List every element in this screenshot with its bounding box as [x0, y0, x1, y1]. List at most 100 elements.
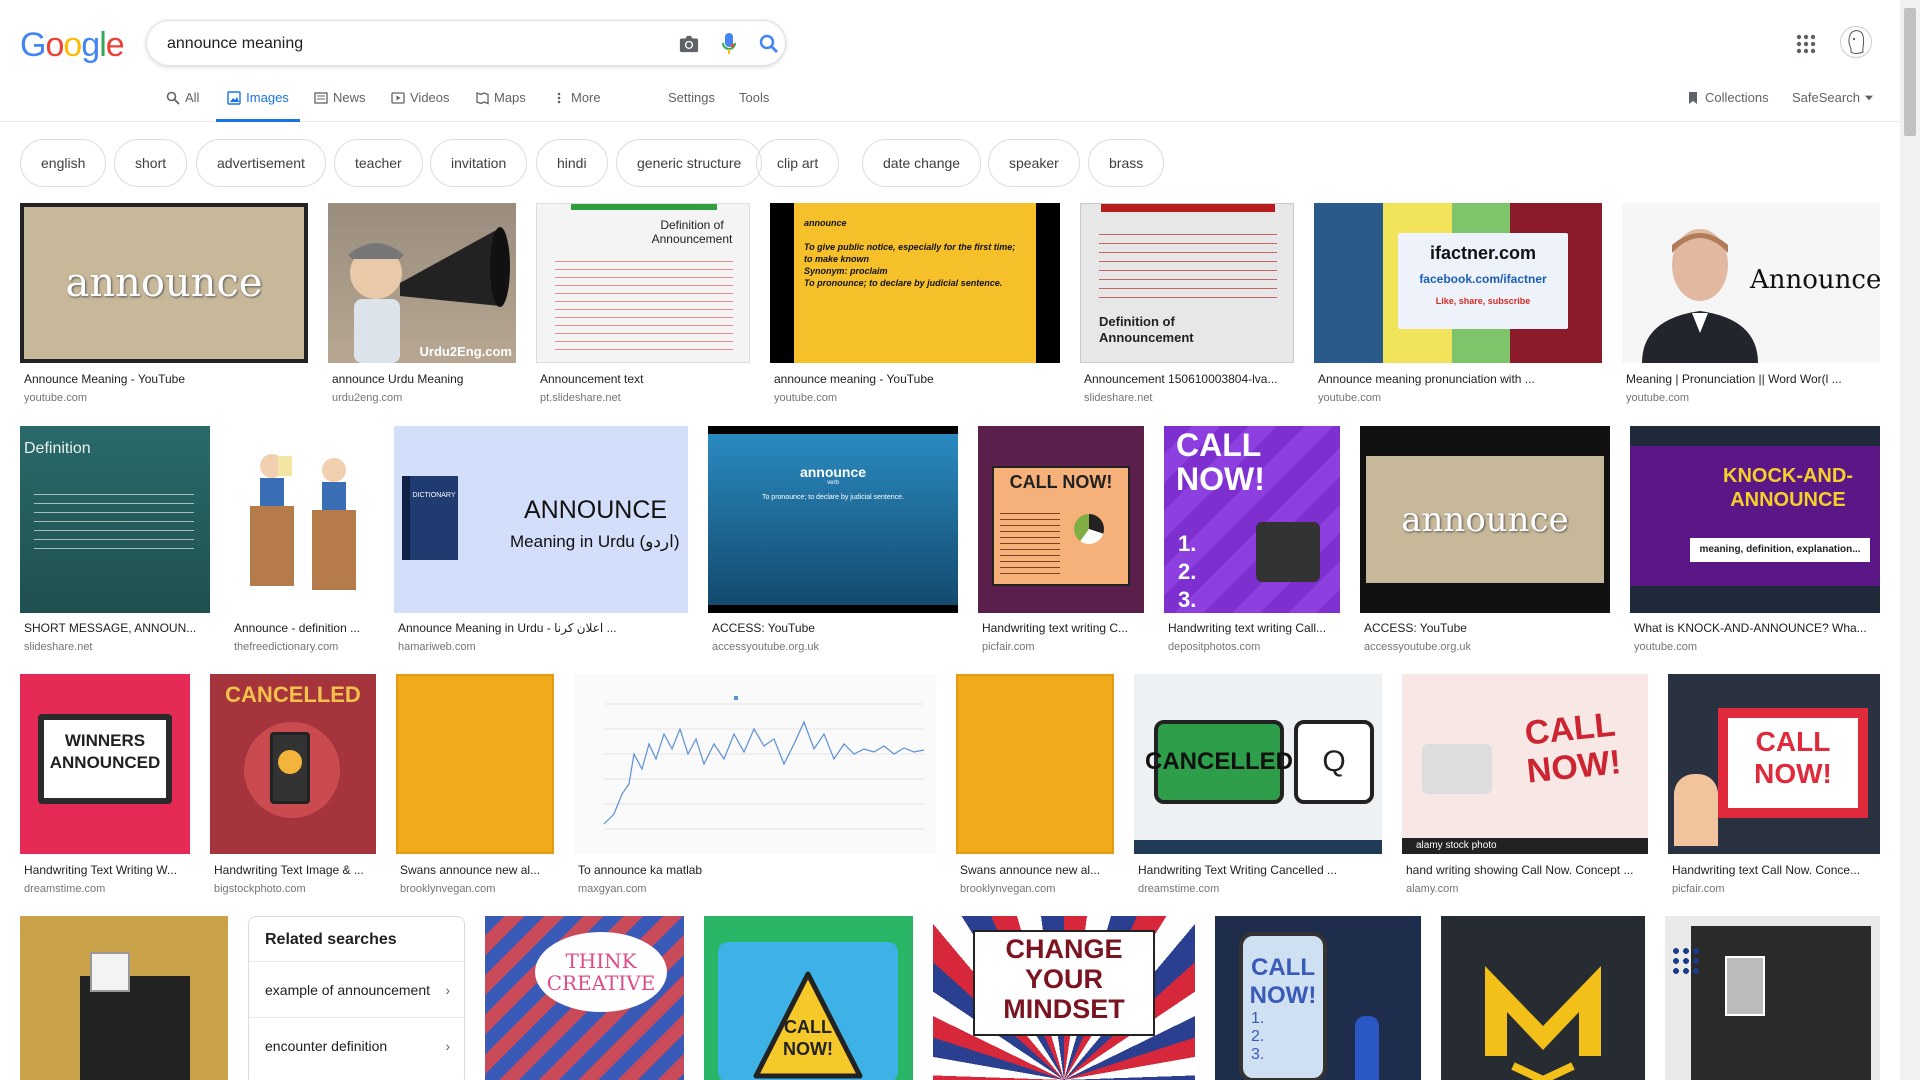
thumb-text: announce	[799, 464, 867, 480]
thumb-text: Definition of Announcement	[651, 218, 733, 246]
google-logo[interactable]: Google	[20, 26, 125, 65]
image-result[interactable]: Definition of Announcement Announcement …	[536, 203, 750, 408]
thumb-line: To give public notice, especially for th…	[804, 242, 1016, 264]
related-search-item[interactable]: encounter definition ›	[249, 1017, 464, 1073]
image-result[interactable]	[1441, 916, 1645, 1080]
result-caption: announce Urdu Meaning	[332, 372, 464, 386]
result-thumbnail: THINK CREATIVE	[485, 916, 684, 1080]
result-thumbnail: CALL NOW!	[978, 426, 1144, 613]
safesearch-dropdown[interactable]: SafeSearch	[1792, 90, 1873, 122]
chevron-right-icon: ›	[445, 1038, 450, 1054]
thumb-text: CALL NOW!	[1718, 708, 1868, 818]
result-source: slideshare.net	[1084, 392, 1153, 404]
image-result[interactable]: Swans announce new al... brooklynvegan.c…	[956, 674, 1114, 898]
chip-label: date change	[883, 155, 961, 171]
chip-label: invitation	[451, 155, 507, 171]
image-result[interactable]: Definition of Announcement Announcement …	[1080, 203, 1294, 408]
image-result[interactable]: announce ACCESS: YouTube accessyoutube.o…	[1360, 426, 1610, 658]
image-result[interactable]: announce To give public notice, especial…	[770, 203, 1060, 408]
image-result[interactable]: CHANGE YOUR MINDSET	[933, 916, 1195, 1080]
result-source: slideshare.net	[24, 641, 93, 653]
result-caption: Handwriting text writing C...	[982, 621, 1129, 635]
image-result[interactable]: Swans announce new al... brooklynvegan.c…	[396, 674, 554, 898]
logo-letter: G	[20, 26, 46, 64]
image-result[interactable]: announce Announce Meaning - YouTube yout…	[20, 203, 308, 408]
settings-link[interactable]: Settings	[668, 90, 715, 122]
image-result[interactable]: Urdu2Eng.com announce Urdu Meaning urdu2…	[328, 203, 516, 408]
image-result[interactable]	[1665, 916, 1880, 1080]
chip-brass[interactable]: brass	[1088, 139, 1165, 187]
camera-icon[interactable]	[677, 32, 701, 56]
image-result[interactable]: announce verb To pronounce; to declare b…	[708, 426, 958, 658]
result-source: youtube.com	[1634, 641, 1697, 653]
thumb-text: CALL NOW!	[1249, 954, 1317, 1009]
image-result[interactable]: CALL NOW! 1. 2. 3.	[1215, 916, 1421, 1080]
apps-grid-icon[interactable]	[1794, 32, 1818, 56]
result-thumbnail: Definition of Announcement	[536, 203, 750, 363]
image-result[interactable]: ifactner.com facebook.com/ifactner Like,…	[1314, 203, 1602, 408]
thumb-subtext: To pronounce; to declare by judicial sen…	[761, 494, 905, 501]
result-caption: Swans announce new al...	[960, 863, 1101, 877]
tab-maps[interactable]: Maps	[475, 90, 526, 122]
image-result[interactable]: CANCELLED Q Handwriting Text Writing Can…	[1134, 674, 1382, 898]
chip-invitation[interactable]: invitation	[430, 139, 528, 187]
chip-clip-art[interactable]: clip art	[756, 139, 840, 187]
vertical-scrollbar[interactable]	[1900, 0, 1920, 1080]
chip-english[interactable]: english	[20, 139, 107, 187]
chip-teacher[interactable]: teacher	[334, 139, 423, 187]
tab-more[interactable]: More	[552, 90, 601, 122]
image-result[interactable]: CALL NOW! alamy stock photo hand writing…	[1402, 674, 1648, 898]
chip-advertisement[interactable]: advertisement	[196, 139, 326, 187]
result-source: youtube.com	[1318, 392, 1381, 404]
result-caption: Announcement 150610003804-lva...	[1084, 372, 1278, 386]
related-search-item[interactable]: example of announcement ›	[249, 961, 464, 1017]
result-source: thefreedictionary.com	[234, 641, 339, 653]
tools-link[interactable]: Tools	[739, 90, 769, 122]
result-source: depositphotos.com	[1168, 641, 1261, 653]
thumb-phone: CALL NOW! 1. 2. 3.	[1239, 932, 1327, 1080]
collections-link[interactable]: Collections	[1686, 90, 1769, 122]
thumb-text: announce	[1366, 456, 1604, 583]
thumb-banner: ifactner.com facebook.com/ifactner Like,…	[1398, 233, 1568, 329]
search-icon[interactable]	[757, 32, 781, 56]
m-logo-image	[1485, 966, 1601, 1080]
chip-hindi[interactable]: hindi	[536, 139, 608, 187]
result-caption: To announce ka matlab	[578, 863, 703, 877]
image-result[interactable]: Announce - definition ... thefreediction…	[230, 426, 374, 658]
image-result[interactable]: CALL NOW! 1. 2. 3. Handwriting text writ…	[1164, 426, 1340, 658]
microphone-icon[interactable]	[717, 32, 741, 56]
image-result[interactable]: CANCELLED Handwriting Text Image & ... b…	[210, 674, 376, 898]
tab-images[interactable]: Images	[216, 90, 300, 122]
image-result[interactable]: CALL NOW! Handwriting text writing C... …	[978, 426, 1144, 658]
image-result[interactable]: To announce ka matlab maxgyan.com	[574, 674, 936, 898]
chip-short[interactable]: short	[114, 139, 188, 187]
thumb-monitor: WINNERS ANNOUNCED	[38, 714, 172, 804]
image-result[interactable]: CALL NOW!	[704, 916, 913, 1080]
image-result[interactable]: THINK CREATIVE	[485, 916, 684, 1080]
image-result[interactable]	[20, 916, 228, 1080]
result-thumbnail: announce verb To pronounce; to declare b…	[708, 426, 958, 613]
result-source: dreamstime.com	[1138, 883, 1220, 895]
tab-news[interactable]: News	[314, 90, 366, 122]
image-result[interactable]: DICTIONARY ANNOUNCE Meaning in Urdu (ارد…	[394, 426, 688, 658]
search-input[interactable]	[167, 33, 627, 55]
thumb-subtext: facebook.com/ifactner	[1419, 272, 1547, 286]
chip-date-change[interactable]: date change	[862, 139, 982, 187]
image-result[interactable]: CALL NOW! Handwriting text Call Now. Con…	[1668, 674, 1880, 898]
image-result[interactable]: WINNERS ANNOUNCED Handwriting Text Writi…	[20, 674, 190, 898]
result-source: accessyoutube.org.uk	[1364, 641, 1472, 653]
result-source: youtube.com	[1626, 392, 1689, 404]
image-result[interactable]: KNOCK-AND-ANNOUNCE meaning, definition, …	[1630, 426, 1880, 658]
logo-letter: g	[81, 26, 100, 64]
logo-letter: o	[45, 26, 64, 64]
avatar[interactable]	[1840, 26, 1872, 58]
chip-speaker[interactable]: speaker	[988, 139, 1080, 187]
chip-generic-structure[interactable]: generic structure	[616, 139, 763, 187]
image-result[interactable]: Definition SHORT MESSAGE, ANNOUN... slid…	[20, 426, 210, 658]
tab-all[interactable]: All	[166, 90, 199, 122]
result-source: bigstockphoto.com	[214, 883, 306, 895]
tab-videos[interactable]: Videos	[391, 90, 450, 122]
scrollbar-thumb[interactable]	[1904, 8, 1916, 136]
thumb-text: Announce	[1750, 265, 1880, 295]
image-result[interactable]: Announce Meaning | Pronunciation || Word…	[1622, 203, 1880, 408]
